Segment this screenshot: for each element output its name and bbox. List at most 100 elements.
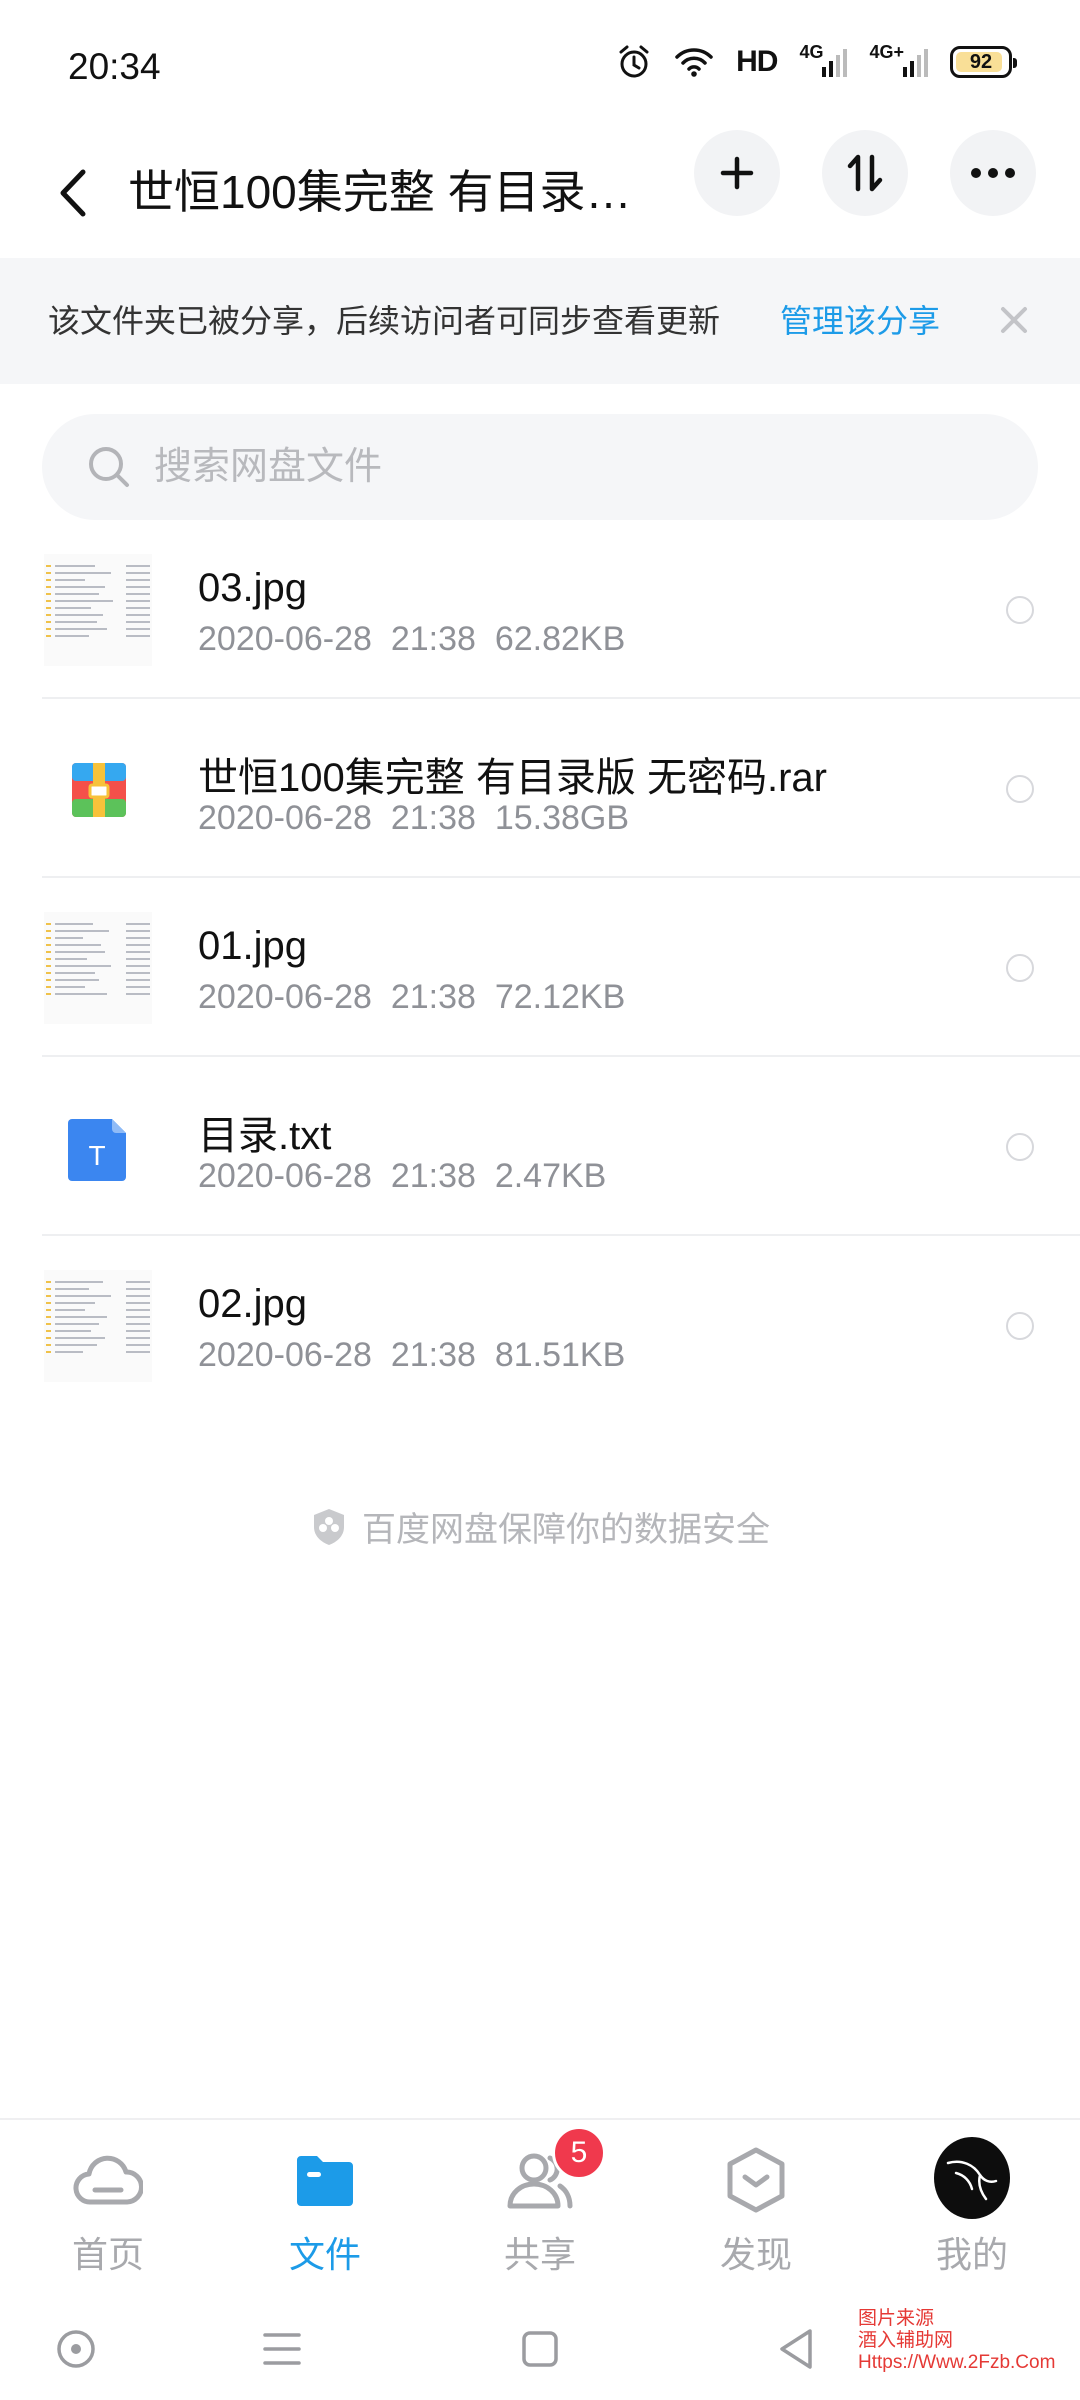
menu-button[interactable] (252, 2319, 312, 2379)
search-icon (89, 447, 129, 487)
tab-label: 文件 (288, 2234, 361, 2275)
folder-icon (287, 2142, 363, 2218)
wifi-icon (674, 46, 714, 78)
file-row[interactable]: 03.jpg 2020-06-28 21:38 62.82KB (0, 520, 1080, 699)
assistant-button[interactable] (46, 2319, 106, 2379)
tab-me[interactable]: 我的 (892, 2137, 1052, 2292)
people-icon: 5 (502, 2126, 606, 2218)
file-time: 21:38 (390, 620, 476, 658)
chevron-left-icon (60, 169, 86, 217)
file-size: 81.51KB (494, 1336, 626, 1374)
file-date: 2020-06-28 (198, 620, 372, 658)
status-time: 20:34 (68, 46, 161, 87)
file-time: 21:38 (390, 799, 476, 837)
sort-button[interactable] (822, 130, 908, 216)
file-meta: 2020-06-28 21:38 62.82KB (198, 620, 625, 659)
file-list: 03.jpg 2020-06-28 21:38 62.82KB 世恒100集完整… (0, 520, 1080, 1415)
watermark-line: Https://Www.2Fzb.Com (858, 2352, 1056, 2373)
file-time: 21:38 (390, 978, 476, 1016)
cloud-icon (70, 2142, 146, 2218)
file-row[interactable]: 01.jpg 2020-06-28 21:38 72.12KB (0, 878, 1080, 1057)
image-thumbnail (44, 912, 152, 1024)
file-name: 世恒100集完整 有目录版 无密码.rar (198, 756, 827, 800)
tab-discover[interactable]: 发现 (676, 2142, 836, 2292)
tab-label: 共享 (503, 2234, 576, 2275)
file-size: 72.12KB (494, 978, 626, 1016)
select-checkbox[interactable] (1006, 954, 1034, 982)
net-label-2: 4G+ (869, 42, 904, 62)
search-input[interactable] (154, 414, 954, 520)
file-meta: 2020-06-28 21:38 81.51KB (198, 1336, 625, 1375)
back-button[interactable] (44, 158, 100, 228)
file-size: 15.38GB (494, 799, 630, 837)
plus-icon (720, 156, 754, 190)
file-date: 2020-06-28 (198, 1157, 372, 1195)
file-name: 01.jpg (198, 924, 307, 968)
file-time: 21:38 (390, 1336, 476, 1374)
page-title: 世恒100集完整 有目录版 无密码 (128, 166, 658, 218)
avatar (934, 2137, 1010, 2219)
watermark-line: 酒入辅助网 (858, 2330, 954, 2351)
watermark-line: 图片来源 (858, 2308, 935, 2329)
file-date: 2020-06-28 (198, 799, 372, 837)
file-row[interactable]: 世恒100集完整 有目录版 无密码.rar 2020-06-28 21:38 1… (0, 699, 1080, 878)
signal-icon-1: 4G (799, 43, 848, 77)
file-name: 03.jpg (198, 566, 307, 610)
share-banner: 该文件夹已被分享，后续访问者可同步查看更新 管理该分享 (0, 258, 1080, 384)
select-checkbox[interactable] (1006, 1133, 1034, 1161)
select-checkbox[interactable] (1006, 775, 1034, 803)
file-meta: 2020-06-28 21:38 15.38GB (198, 799, 629, 838)
battery-level: 92 (969, 50, 993, 73)
bottom-tab-bar: 首页 文件 5 共享 发现 我的 (0, 2118, 1080, 2293)
file-size: 2.47KB (494, 1157, 607, 1195)
sort-icon (847, 154, 883, 192)
header: 世恒100集完整 有目录版 无密码 (0, 130, 1080, 255)
watermark: 图片来源 酒入辅助网 Https://Www.2Fzb.Com (858, 2308, 1055, 2374)
hd-label: HD (736, 45, 778, 78)
manage-share-link[interactable]: 管理该分享 (780, 258, 940, 384)
back-nav-button[interactable] (766, 2319, 826, 2379)
txt-icon-letter: T (88, 1140, 105, 1171)
select-checkbox[interactable] (1006, 1312, 1034, 1340)
file-date: 2020-06-28 (198, 1336, 372, 1374)
assistant-icon (57, 2330, 95, 2368)
file-name: 目录.txt (198, 1114, 332, 1158)
tab-label: 首页 (71, 2234, 144, 2275)
status-bar: 20:34 HD 4G 4G+ 92 (0, 0, 1080, 130)
status-icons: HD 4G 4G+ 92 (616, 43, 1017, 80)
close-icon (1001, 307, 1027, 333)
tab-share[interactable]: 5 共享 (460, 2126, 620, 2292)
search-bar[interactable] (42, 414, 1038, 520)
more-button[interactable] (950, 130, 1036, 216)
archive-icon (44, 733, 152, 845)
triangle-back-icon (780, 2329, 812, 2369)
file-row[interactable]: 02.jpg 2020-06-28 21:38 81.51KB (0, 1236, 1080, 1415)
file-size: 62.82KB (494, 620, 626, 658)
select-checkbox[interactable] (1006, 596, 1034, 624)
home-button[interactable] (510, 2319, 570, 2379)
shield-icon (314, 1508, 344, 1545)
image-thumbnail (44, 1270, 152, 1382)
notification-badge: 5 (552, 2126, 606, 2180)
tab-home[interactable]: 首页 (28, 2142, 188, 2292)
security-note-text: 百度网盘保障你的数据安全 (362, 1511, 770, 1549)
signal-icon-2: 4G+ (869, 43, 928, 77)
banner-close-button[interactable] (994, 298, 1034, 342)
file-date: 2020-06-28 (198, 978, 372, 1016)
file-time: 21:38 (390, 1157, 476, 1195)
file-row[interactable]: T 目录.txt 2020-06-28 21:38 2.47KB (0, 1057, 1080, 1236)
tab-label: 我的 (935, 2234, 1008, 2275)
add-button[interactable] (694, 130, 780, 216)
tab-label: 发现 (719, 2234, 792, 2275)
more-icon (971, 168, 1015, 178)
share-banner-text: 该文件夹已被分享，后续访问者可同步查看更新 (48, 303, 721, 339)
file-name: 02.jpg (198, 1282, 307, 1326)
battery-icon: 92 (950, 46, 1017, 78)
file-meta: 2020-06-28 21:38 2.47KB (198, 1157, 606, 1196)
file-meta: 2020-06-28 21:38 72.12KB (198, 978, 625, 1017)
security-note: 百度网盘保障你的数据安全 (0, 1502, 1080, 1551)
tab-files[interactable]: 文件 (245, 2142, 405, 2292)
square-home-icon (522, 2331, 558, 2367)
net-label-1: 4G (799, 42, 824, 62)
txt-file-icon: T (44, 1091, 152, 1203)
